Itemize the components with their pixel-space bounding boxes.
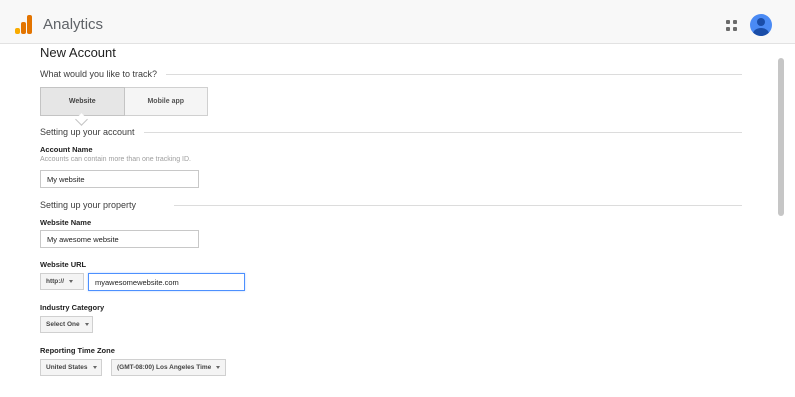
country-select[interactable]: United States — [40, 359, 102, 376]
vertical-scrollbar[interactable] — [778, 58, 784, 216]
country-select-value: United States — [46, 364, 88, 371]
section-divider — [144, 132, 742, 133]
website-name-input[interactable]: My awesome website — [40, 230, 199, 248]
account-section-text: Setting up your account — [40, 127, 135, 137]
protocol-select-value: http:// — [46, 278, 65, 285]
industry-category-value: Select One — [46, 321, 80, 328]
track-type-tabs: Website Mobile app — [40, 87, 208, 116]
industry-category-select[interactable]: Select One — [40, 316, 93, 333]
account-name-input[interactable]: My website — [40, 170, 199, 188]
page-title: New Account — [40, 45, 116, 60]
app-title: Analytics — [43, 16, 104, 33]
top-app-bar: Analytics — [0, 0, 795, 44]
track-question-text: What would you like to track? — [40, 69, 158, 79]
tab-website[interactable]: Website — [40, 87, 125, 116]
chevron-down-icon — [69, 280, 74, 283]
property-section-heading: Setting up your property — [40, 200, 742, 210]
track-question-heading: What would you like to track? — [40, 69, 742, 79]
chevron-down-icon — [216, 366, 221, 369]
logo-bar-short — [15, 28, 20, 34]
section-divider — [166, 74, 742, 75]
logo-bar-tall — [27, 15, 32, 34]
industry-category-label: Industry Category — [40, 303, 105, 312]
section-divider — [174, 205, 742, 206]
account-section-heading: Setting up your account — [40, 127, 742, 137]
analytics-logo[interactable] — [15, 15, 32, 34]
chevron-down-icon — [84, 323, 89, 326]
reporting-time-zone-label: Reporting Time Zone — [40, 346, 115, 355]
protocol-select[interactable]: http:// — [40, 273, 84, 290]
account-name-help: Accounts can contain more than one track… — [40, 156, 191, 163]
time-zone-select[interactable]: (GMT-08:00) Los Angeles Time — [111, 359, 226, 376]
account-avatar-icon[interactable] — [750, 14, 772, 36]
property-section-text: Setting up your property — [40, 200, 137, 210]
website-url-input[interactable]: myawesomewebsite.com — [88, 273, 245, 291]
account-name-label: Account Name — [40, 145, 93, 154]
logo-bar-medium — [21, 22, 26, 34]
website-url-label: Website URL — [40, 260, 87, 269]
apps-grid-icon[interactable] — [726, 20, 737, 31]
website-name-label: Website Name — [40, 218, 92, 227]
chevron-down-icon — [92, 366, 97, 369]
time-zone-select-value: (GMT-08:00) Los Angeles Time — [117, 364, 212, 371]
tab-mobile-app[interactable]: Mobile app — [124, 87, 208, 116]
